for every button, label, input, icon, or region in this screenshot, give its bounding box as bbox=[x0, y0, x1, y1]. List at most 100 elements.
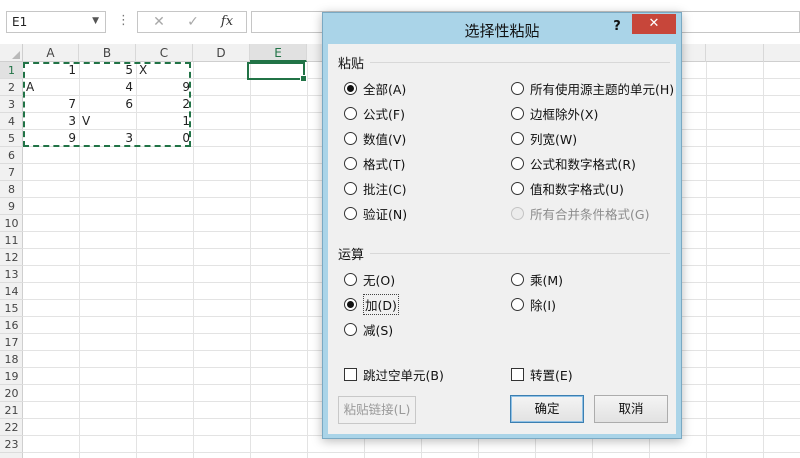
operation-option-3[interactable]: 除(I) bbox=[511, 294, 556, 314]
checkbox-box[interactable] bbox=[344, 367, 357, 381]
row-header[interactable]: 3 bbox=[0, 96, 23, 113]
chevron-down-icon[interactable]: ▼ bbox=[92, 16, 99, 26]
radio-button bbox=[511, 206, 524, 220]
column-header[interactable]: B bbox=[79, 44, 136, 62]
row-header[interactable]: 12 bbox=[0, 249, 23, 266]
paste-link-button[interactable]: 粘贴链接(L) bbox=[338, 396, 416, 424]
cell-b5[interactable]: 3 bbox=[79, 130, 136, 147]
confirm-entry-icon[interactable]: ✓ bbox=[178, 13, 208, 31]
paste-option-11: 所有合并条件格式(G) bbox=[511, 203, 649, 223]
row-header[interactable]: 9 bbox=[0, 198, 23, 215]
radio-button[interactable] bbox=[511, 181, 524, 195]
option-label: 公式和数字格式(R) bbox=[530, 156, 636, 172]
cell-c2[interactable]: 9 bbox=[136, 79, 193, 96]
row-header[interactable]: 20 bbox=[0, 385, 23, 402]
row-header[interactable]: 4 bbox=[0, 113, 23, 130]
radio-button[interactable] bbox=[344, 297, 357, 311]
radio-button[interactable] bbox=[344, 181, 357, 195]
radio-button[interactable] bbox=[344, 156, 357, 170]
radio-button[interactable] bbox=[511, 106, 524, 120]
row-header[interactable]: 11 bbox=[0, 232, 23, 249]
row-header[interactable]: 8 bbox=[0, 181, 23, 198]
cell-a1[interactable]: 1 bbox=[23, 62, 79, 79]
paste-special-dialog: 选择性粘贴 ? ✕ 粘贴 全部(A) 所有使用源主题的单元(H) 公式(F) 边框除外… bbox=[322, 12, 682, 439]
radio-button[interactable] bbox=[511, 156, 524, 170]
row-header[interactable]: 14 bbox=[0, 283, 23, 300]
cell-a5[interactable]: 9 bbox=[23, 130, 79, 147]
select-all-button[interactable] bbox=[0, 44, 23, 62]
radio-button[interactable] bbox=[511, 297, 524, 311]
row-header[interactable]: 19 bbox=[0, 368, 23, 385]
row-header[interactable]: 17 bbox=[0, 334, 23, 351]
cell-c5[interactable]: 0 bbox=[136, 130, 193, 147]
cell-b2[interactable]: 4 bbox=[79, 79, 136, 96]
column-header[interactable]: C bbox=[136, 44, 193, 62]
radio-button[interactable] bbox=[344, 322, 357, 336]
cancel-entry-icon[interactable]: ✕ bbox=[144, 13, 174, 31]
checkbox-box[interactable] bbox=[511, 367, 524, 381]
paste-option-6[interactable]: 格式(T) bbox=[344, 153, 405, 173]
radio-button[interactable] bbox=[511, 131, 524, 145]
radio-button[interactable] bbox=[511, 81, 524, 95]
radio-button[interactable] bbox=[344, 272, 357, 286]
paste-option-10[interactable]: 验证(N) bbox=[344, 203, 407, 223]
paste-option-7[interactable]: 公式和数字格式(R) bbox=[511, 153, 636, 173]
row-header[interactable]: 5 bbox=[0, 130, 23, 147]
radio-button[interactable] bbox=[344, 206, 357, 220]
paste-option-9[interactable]: 值和数字格式(U) bbox=[511, 178, 624, 198]
cell-a2[interactable]: A bbox=[23, 79, 79, 96]
row-header[interactable]: 1 bbox=[0, 62, 23, 79]
option-label: 验证(N) bbox=[363, 206, 408, 222]
radio-button[interactable] bbox=[344, 106, 357, 120]
paste-option-3[interactable]: 边框除外(X) bbox=[511, 103, 598, 123]
cell-b1[interactable]: 5 bbox=[79, 62, 136, 79]
cell-c4[interactable]: 1 bbox=[136, 113, 193, 130]
close-button[interactable]: ✕ bbox=[632, 14, 676, 34]
radio-button[interactable] bbox=[511, 272, 524, 286]
row-header[interactable]: 15 bbox=[0, 300, 23, 317]
cancel-button[interactable]: 取消 bbox=[594, 395, 668, 423]
paste-option-0[interactable]: 全部(A) bbox=[344, 78, 406, 98]
operation-option-2[interactable]: 加(D) bbox=[344, 293, 399, 315]
cell-b3[interactable]: 6 bbox=[79, 96, 136, 113]
cell-a3[interactable]: 7 bbox=[23, 96, 79, 113]
radio-button[interactable] bbox=[344, 81, 357, 95]
cell-a4[interactable]: 3 bbox=[23, 113, 79, 130]
formula-buttons: ✕ ✓ fx bbox=[137, 11, 247, 33]
row-header[interactable]: 13 bbox=[0, 266, 23, 283]
operation-option-1[interactable]: 乘(M) bbox=[511, 269, 563, 289]
row-header[interactable]: 21 bbox=[0, 402, 23, 419]
skip-blanks-checkbox[interactable]: 跳过空单元(B) bbox=[344, 364, 444, 384]
help-button[interactable]: ? bbox=[606, 17, 628, 37]
radio-button[interactable] bbox=[344, 131, 357, 145]
paste-option-5[interactable]: 列宽(W) bbox=[511, 128, 577, 148]
cell-c1[interactable]: X bbox=[136, 62, 193, 79]
cell-c3[interactable]: 2 bbox=[136, 96, 193, 113]
transpose-checkbox[interactable]: 转置(E) bbox=[511, 364, 573, 384]
column-header[interactable]: E bbox=[250, 44, 307, 62]
cell-b4[interactable]: V bbox=[79, 113, 136, 130]
operation-option-4[interactable]: 减(S) bbox=[344, 319, 393, 339]
ok-button[interactable]: 确定 bbox=[510, 395, 584, 423]
row-header[interactable]: 2 bbox=[0, 79, 23, 96]
row-header[interactable]: 18 bbox=[0, 351, 23, 368]
paste-option-2[interactable]: 公式(F) bbox=[344, 103, 405, 123]
paste-option-1[interactable]: 所有使用源主题的单元(H) bbox=[511, 78, 674, 98]
column-header[interactable]: D bbox=[193, 44, 250, 62]
paste-option-4[interactable]: 数值(V) bbox=[344, 128, 406, 148]
option-label: 减(S) bbox=[363, 322, 394, 338]
insert-function-icon[interactable]: fx bbox=[212, 13, 242, 31]
row-header[interactable]: 7 bbox=[0, 164, 23, 181]
row-header[interactable]: 23 bbox=[0, 436, 23, 453]
row-header[interactable]: 22 bbox=[0, 419, 23, 436]
row-header[interactable]: 6 bbox=[0, 147, 23, 164]
row-header[interactable]: 10 bbox=[0, 215, 23, 232]
dialog-title-bar[interactable]: 选择性粘贴 ? ✕ bbox=[323, 13, 681, 44]
column-header[interactable] bbox=[706, 44, 764, 62]
paste-option-8[interactable]: 批注(C) bbox=[344, 178, 406, 198]
column-header[interactable]: A bbox=[23, 44, 79, 62]
name-box[interactable]: E1 ▼ bbox=[6, 11, 106, 33]
row-header[interactable]: 16 bbox=[0, 317, 23, 334]
operation-option-0[interactable]: 无(O) bbox=[344, 269, 395, 289]
active-cell[interactable] bbox=[247, 62, 307, 82]
